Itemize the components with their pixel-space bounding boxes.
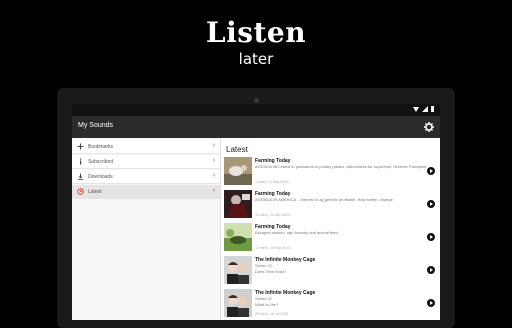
sidebar-item-subscribed[interactable]: Subscribed › (72, 155, 220, 169)
promo-title: Listen (205, 16, 307, 49)
gear-icon (424, 122, 434, 132)
promo-subtitle: later (238, 50, 274, 68)
episode-meta: 28 mins | 19 Jul 2020 (255, 312, 289, 316)
play-button[interactable] (427, 167, 435, 175)
episode-card[interactable]: Farming Today AGENDA 08 Linked to pollin… (224, 157, 438, 187)
sidebar-item-bookmarks[interactable]: Bookmarks › (72, 140, 220, 154)
episode-thumbnail (224, 190, 252, 218)
episode-description: Does Time Exist? (255, 269, 287, 274)
episode-card[interactable]: The Infinite Monkey Cage Series 22 Does … (224, 256, 438, 286)
play-button[interactable] (427, 200, 435, 208)
sidebar-item-label: Downloads (88, 174, 113, 180)
episode-card[interactable]: Farming Today Escaped salmon, agri-fores… (224, 223, 438, 253)
app-bar: My Sounds (72, 116, 440, 138)
episode-meta: 13 mins | 20 Sep 06:01 (255, 213, 291, 217)
episode-series: Series 22 (255, 296, 272, 301)
section-title: Latest (226, 145, 248, 154)
signal-icon (422, 106, 428, 112)
episode-card[interactable]: The Infinite Monkey Cage Series 22 What … (224, 289, 438, 319)
chevron-right-icon: › (212, 142, 215, 149)
play-button[interactable] (427, 233, 435, 241)
episode-description: Escaped salmon, agri-forestry and animal… (255, 230, 338, 235)
episode-meta: 4 mins | 21 Sep 06:01 (255, 180, 289, 184)
plus-icon (77, 143, 84, 150)
chevron-right-icon: › (212, 187, 215, 194)
app-title: My Sounds (78, 122, 114, 129)
sidebar-item-label: Bookmarks (88, 144, 114, 150)
status-bar (72, 104, 440, 116)
chevron-right-icon: › (212, 172, 215, 179)
episode-thumbnail (224, 157, 252, 185)
settings-button[interactable] (422, 120, 436, 134)
clock-icon (77, 188, 84, 195)
play-button[interactable] (427, 299, 435, 307)
episode-description: AGENDA 09 AMERICA ...Interest in ag gene… (255, 197, 393, 202)
sidebar-item-downloads[interactable]: Downloads › (72, 170, 220, 184)
chevron-right-icon: › (212, 157, 215, 164)
sidebar-item-label: Subscribed (88, 159, 114, 165)
episode-thumbnail (224, 223, 252, 251)
episode-thumbnail (224, 256, 252, 284)
episode-thumbnail (224, 289, 252, 317)
play-button[interactable] (427, 266, 435, 274)
tablet-screen: My Sounds Bookmarks › Subscribed › Downl… (72, 104, 440, 320)
download-icon (78, 173, 83, 180)
episode-meta: 13 mins | 19 Sep 06:01 (255, 246, 291, 250)
camera-icon (254, 98, 259, 103)
episode-description: AGENDA 08 Linked to pollinators in poult… (255, 164, 427, 169)
wifi-icon (413, 106, 419, 112)
episode-card[interactable]: Farming Today AGENDA 09 AMERICA ...Inter… (224, 190, 438, 220)
latest-panel: Latest Farming Today AGENDA 08 Linked to… (221, 138, 440, 320)
battery-icon (431, 106, 434, 112)
status-icons (413, 106, 434, 112)
sidebar-item-label: Latest (88, 189, 102, 195)
episode-series: Series 22 (255, 263, 272, 268)
info-icon (80, 158, 82, 165)
episode-description: What is Life? (255, 302, 279, 307)
sidebar-item-latest[interactable]: Latest › (72, 185, 220, 199)
sidebar: Bookmarks › Subscribed › Downloads › Lat… (72, 138, 221, 320)
